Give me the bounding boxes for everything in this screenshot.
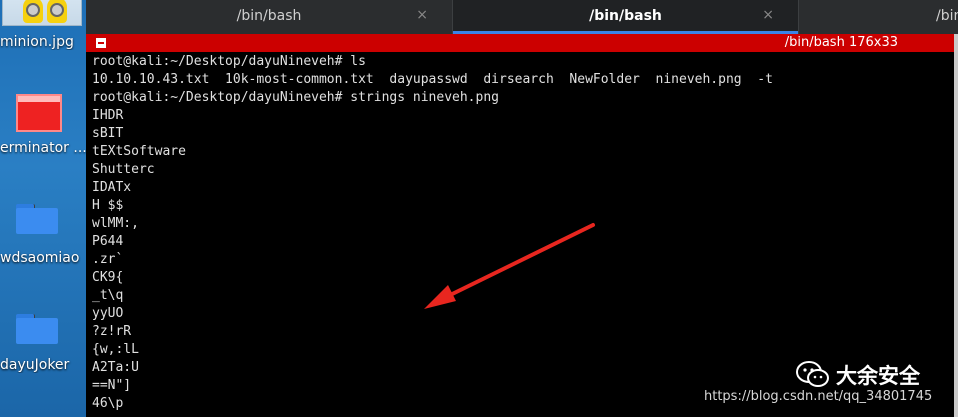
terminal-title-bar: /bin/bash 176x33 xyxy=(86,34,954,52)
tab-bash-3[interactable]: /bin xyxy=(799,0,958,34)
tab-title: /bin/bash xyxy=(589,8,662,24)
terminal-line: ?z!rR xyxy=(92,324,132,339)
terminal-line: Shutterc xyxy=(92,162,155,177)
terminal-line: yyUO xyxy=(92,306,124,321)
terminal-line: {w,:lL xyxy=(92,342,139,357)
wechat-logo-icon xyxy=(796,361,829,387)
terminal-line: _t\q xyxy=(92,288,124,303)
desktop-icon-wdsaomiao[interactable]: wdsaomiao xyxy=(0,200,86,270)
terminal-line: IDATx xyxy=(92,180,132,195)
desktop-icon-terminator[interactable]: erminator ... xyxy=(0,90,86,160)
folder-icon xyxy=(16,204,58,234)
terminal-tab-bar: /bin/bash × /bin/bash × /bin xyxy=(86,0,958,34)
desktop-icon-label: dayuJoker xyxy=(0,357,70,373)
watermark: 大余安全 xyxy=(796,358,946,392)
scrollbar[interactable] xyxy=(954,34,958,417)
terminal-line: sBIT xyxy=(92,126,124,141)
window-title: /bin/bash 176x33 xyxy=(784,35,898,50)
desktop-sidebar: minion.jpg erminator ... wdsaomiao dayuJ… xyxy=(0,0,86,417)
terminal-line: root@kali:~/Desktop/dayuNineveh# ls xyxy=(92,54,366,69)
terminal-line: H $$ xyxy=(92,198,124,213)
tab-title: /bin/bash xyxy=(236,8,302,24)
terminal-line: .zr` xyxy=(92,252,124,267)
desktop-icon-label: erminator ... xyxy=(0,140,86,156)
desktop-icon-label: wdsaomiao xyxy=(0,250,80,266)
terminal-line: P644 xyxy=(92,234,124,249)
desktop-icon-label: minion.jpg xyxy=(0,34,74,50)
close-icon[interactable]: × xyxy=(416,7,428,23)
desktop-icon-minion[interactable]: minion.jpg xyxy=(0,0,86,60)
tab-bash-2[interactable]: /bin/bash × xyxy=(453,0,799,34)
tab-title: /bin xyxy=(936,8,958,24)
terminator-app-icon xyxy=(16,94,62,132)
watermark-name: 大余安全 xyxy=(836,364,920,388)
window-menu-icon[interactable] xyxy=(96,38,106,48)
terminal-line: wlMM:, xyxy=(92,216,139,231)
image-thumbnail-icon xyxy=(2,0,82,26)
watermark-url: https://blog.csdn.net/qq_34801745 xyxy=(704,389,933,404)
terminal-line: 10.10.10.43.txt 10k-most-common.txt dayu… xyxy=(92,72,773,87)
terminal-line: tEXtSoftware xyxy=(92,144,186,159)
terminal-line: CK9{ xyxy=(92,270,124,285)
desktop-icon-dayujoker[interactable]: dayuJoker xyxy=(0,310,86,380)
terminal-line: root@kali:~/Desktop/dayuNineveh# strings… xyxy=(92,90,499,105)
terminal-line: IHDR xyxy=(92,108,124,123)
folder-icon xyxy=(16,314,58,344)
tab-bash-1[interactable]: /bin/bash × xyxy=(86,0,453,34)
close-icon[interactable]: × xyxy=(762,7,774,23)
